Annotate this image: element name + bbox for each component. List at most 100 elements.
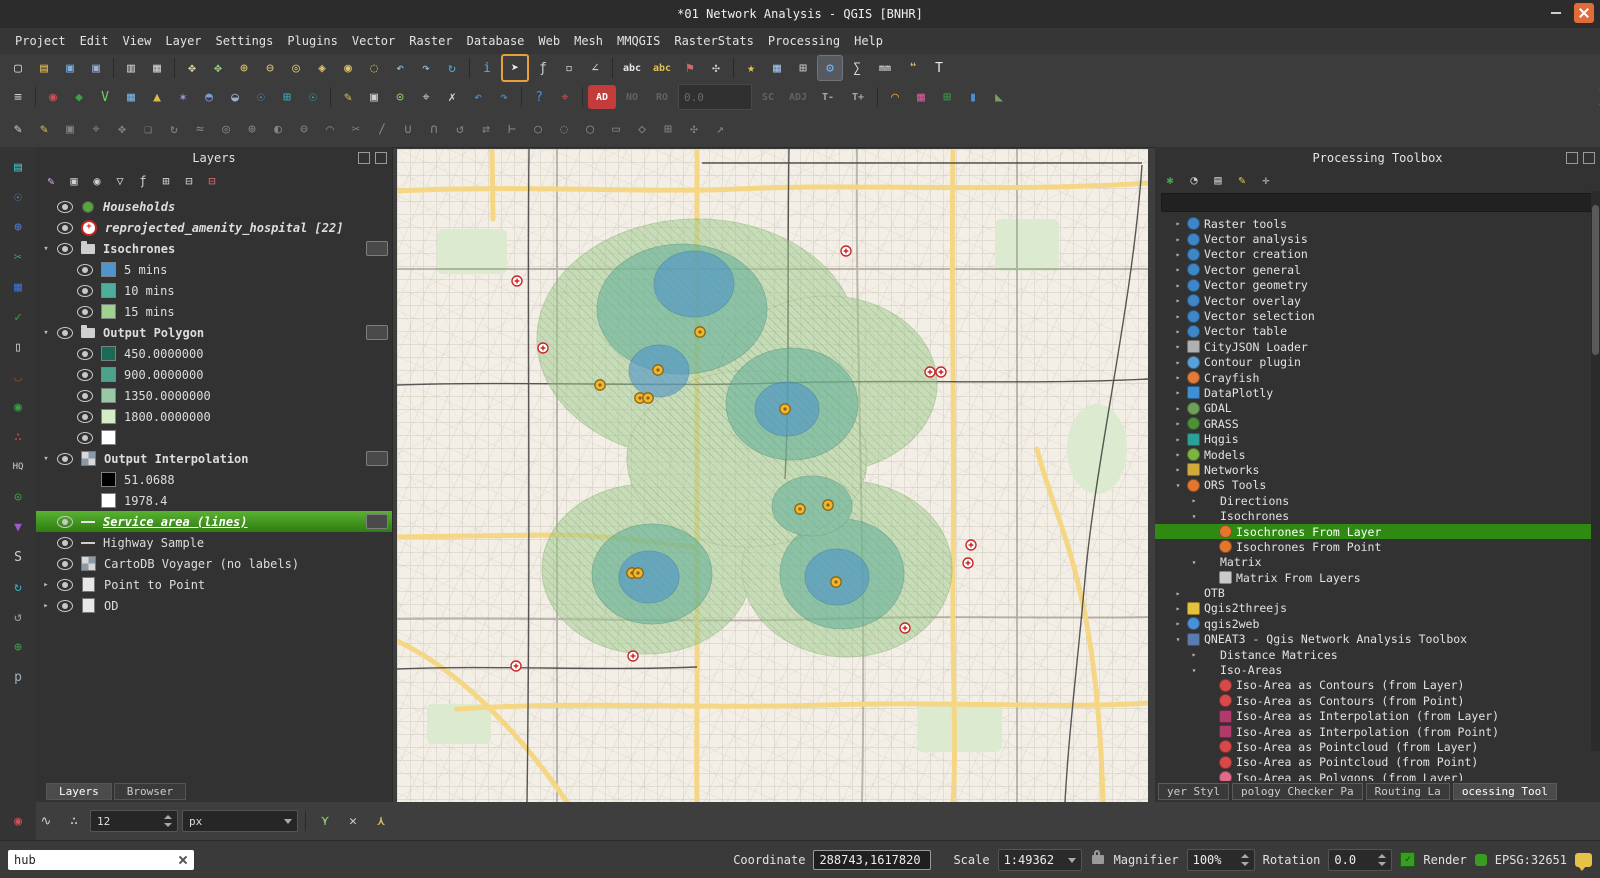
toolbox-alg-iso-area-pointcloud-point[interactable]: Iso-Area as Pointcloud (from Point): [1155, 755, 1600, 770]
pan-map-icon[interactable]: ✥: [180, 56, 204, 80]
edit-features-inplace-icon[interactable]: ✎: [1233, 171, 1251, 189]
manage-map-themes-icon[interactable]: ◉: [88, 172, 106, 190]
toolbox-group-vector-analysis[interactable]: ▸ Vector analysis: [1155, 231, 1600, 246]
profile-tool-icon[interactable]: ◣: [987, 85, 1011, 109]
clear-search-icon[interactable]: [176, 853, 190, 867]
locator-search-input[interactable]: [12, 852, 172, 868]
expand-arrow-icon[interactable]: ▸: [1173, 327, 1183, 336]
toolbox-alg-matrix-from-layers[interactable]: Matrix From Layers: [1155, 570, 1600, 585]
reload-icon[interactable]: ↺: [6, 605, 30, 629]
toolbar-separator[interactable]: [733, 58, 734, 78]
visibility-eye-icon[interactable]: [57, 600, 73, 612]
expand-arrow-icon[interactable]: ▸: [1173, 419, 1183, 428]
toolbox-provider-grass[interactable]: ▸ GRASS: [1155, 416, 1600, 431]
expand-arrow-icon[interactable]: ▸: [1173, 619, 1183, 628]
delete-selected-icon[interactable]: ✗: [440, 85, 464, 109]
zoom-last-icon[interactable]: ↶: [388, 56, 412, 80]
add-raster-layer-icon[interactable]: ▦: [119, 85, 143, 109]
layer-row-highway-sample[interactable]: Highway Sample: [36, 532, 392, 553]
legend-filter-box-icon[interactable]: [366, 451, 388, 466]
visibility-eye-icon[interactable]: [77, 264, 93, 276]
scale-select[interactable]: 1:49362: [998, 849, 1082, 871]
results-viewer-icon[interactable]: ▤: [1209, 171, 1227, 189]
add-delimited-text-icon[interactable]: ✶: [171, 85, 195, 109]
toolbox-provider-qgis2web[interactable]: ▸ qgis2web: [1155, 616, 1600, 631]
expand-arrow-icon[interactable]: ▸: [1173, 235, 1183, 244]
hqgis-icon[interactable]: HQ: [6, 455, 30, 479]
quickmapservices-icon[interactable]: ☉: [6, 185, 30, 209]
menu-edit[interactable]: Edit: [73, 32, 116, 50]
add-feature-green-icon[interactable]: ⊕: [6, 635, 30, 659]
raster-calculator-icon[interactable]: ⊞: [791, 56, 815, 80]
layer-row-10-mins[interactable]: 10 mins: [36, 280, 392, 301]
toolbox-group-isochrones[interactable]: ▾ Isochrones: [1155, 508, 1600, 523]
expand-arrow-icon[interactable]: ▸: [1189, 650, 1199, 659]
refresh-cyan-icon[interactable]: ↻: [6, 575, 30, 599]
offset-point-symbols-icon[interactable]: ⇄: [474, 118, 498, 142]
badge-RO-icon[interactable]: RO: [648, 85, 676, 109]
minimize-button[interactable]: [1546, 3, 1566, 23]
rotate-feature-icon[interactable]: ↻: [162, 118, 186, 142]
menu-mmqgis[interactable]: MMQGIS: [610, 32, 667, 50]
toolbox-group-iso-areas[interactable]: ▾ Iso-Areas: [1155, 662, 1600, 677]
badge-T-minus-icon[interactable]: T-: [814, 85, 842, 109]
visibility-eye-icon[interactable]: [77, 306, 93, 318]
expand-arrow-icon[interactable]: ▸: [1173, 465, 1183, 474]
mmqgis-scissors-icon[interactable]: ✂: [6, 245, 30, 269]
zoom-to-selection-icon[interactable]: ◉: [336, 56, 360, 80]
bowl-icon[interactable]: ◡: [6, 365, 30, 389]
legend-filter-box-icon[interactable]: [366, 325, 388, 340]
remove-layer-icon[interactable]: ⊟: [203, 172, 221, 190]
basemap-grid-icon[interactable]: ⊕: [6, 215, 30, 239]
grid-tool-icon[interactable]: ⊞: [656, 118, 680, 142]
select-by-expression-icon[interactable]: ƒ: [531, 56, 555, 80]
save-layer-edits-icon[interactable]: ▣: [58, 118, 82, 142]
current-edits-red-icon[interactable]: ◉: [6, 809, 30, 833]
visibility-eye-icon[interactable]: [77, 432, 93, 444]
new-project-icon[interactable]: ▢: [6, 56, 30, 80]
expand-arrow-icon[interactable]: ▸: [1173, 604, 1183, 613]
layer-row-15-mins[interactable]: 15 mins: [36, 301, 392, 322]
move-label-icon[interactable]: ✣: [704, 56, 728, 80]
expand-arrow-icon[interactable]: ▾: [1173, 635, 1183, 644]
toggle-editing-2-icon[interactable]: ✎: [32, 118, 56, 142]
toolbox-group-directions[interactable]: ▸ Directions: [1155, 493, 1600, 508]
expand-arrow-icon[interactable]: ▸: [1173, 373, 1183, 382]
refresh-map-icon[interactable]: ↻: [440, 56, 464, 80]
size-stepper[interactable]: 12: [90, 810, 178, 832]
expand-arrow-icon[interactable]: ▾: [40, 328, 52, 338]
expand-arrow-icon[interactable]: ▾: [1173, 481, 1183, 490]
add-postgis-icon[interactable]: ◓: [197, 85, 221, 109]
rotate-point-symbols-icon[interactable]: ↺: [448, 118, 472, 142]
zoom-in-icon[interactable]: ⊕: [232, 56, 256, 80]
visibility-eye-icon[interactable]: [77, 285, 93, 297]
toolbox-alg-iso-area-pointcloud-layer[interactable]: Iso-Area as Pointcloud (from Layer): [1155, 739, 1600, 754]
merge-features-icon[interactable]: ∪: [396, 118, 420, 142]
color-ramp-icon[interactable]: ▦: [909, 85, 933, 109]
close-panel-icon[interactable]: [375, 152, 387, 164]
filter-legend-icon[interactable]: ▽: [111, 172, 129, 190]
circle-2points-icon[interactable]: ○: [526, 118, 550, 142]
options-wrench-icon[interactable]: ✛: [1257, 171, 1275, 189]
delete-ring-icon[interactable]: ⊖: [292, 118, 316, 142]
layer-row-output-interpolation[interactable]: ▾ Output Interpolation: [36, 448, 392, 469]
toolbox-alg-isochrones-from-layer[interactable]: Isochrones From Layer: [1155, 524, 1600, 539]
rectangle-tool-icon[interactable]: ▭: [604, 118, 628, 142]
toolbox-scrollbar[interactable]: [1591, 191, 1600, 751]
point-sampling-icon[interactable]: p: [6, 665, 30, 689]
help-icon[interactable]: ?: [527, 85, 551, 109]
close-line-icon[interactable]: ✕: [341, 809, 365, 833]
expand-arrow-icon[interactable]: ▾: [1189, 666, 1199, 675]
ellipse-tool-icon[interactable]: ◯: [578, 118, 602, 142]
visibility-eye-icon[interactable]: [77, 411, 93, 423]
toolbox-provider-hqgis[interactable]: ▸ Hqgis: [1155, 431, 1600, 446]
magnifier-stepper[interactable]: 100%: [1187, 849, 1255, 871]
snapping-icon[interactable]: ⌖: [553, 85, 577, 109]
toolbox-alg-iso-area-interpolation-layer[interactable]: Iso-Area as Interpolation (from Layer): [1155, 709, 1600, 724]
layer-row-point-to-point[interactable]: ▸ Point to Point: [36, 574, 392, 595]
toolbox-alg-iso-area-contours-layer[interactable]: Iso-Area as Contours (from Layer): [1155, 678, 1600, 693]
trim-extend-icon[interactable]: ⊢: [500, 118, 524, 142]
undo-icon[interactable]: ↶: [466, 85, 490, 109]
search-layers-icon[interactable]: ⊙: [6, 485, 30, 509]
zoom-full-icon[interactable]: ◈: [310, 56, 334, 80]
